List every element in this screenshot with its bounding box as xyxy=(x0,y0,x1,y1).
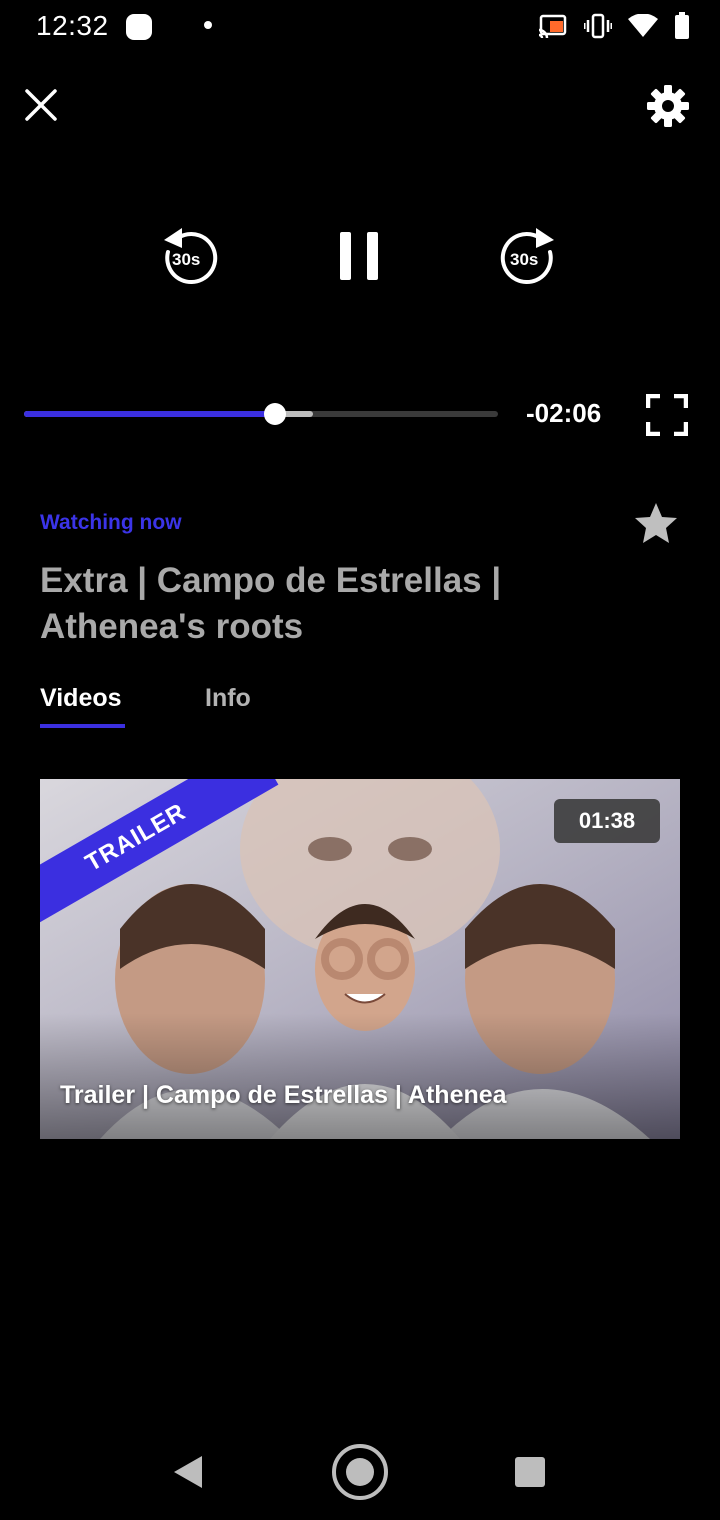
status-time: 12:32 xyxy=(36,10,109,41)
rewind-30-button[interactable]: 30s xyxy=(160,224,222,292)
star-icon[interactable] xyxy=(632,500,680,548)
seek-handle[interactable] xyxy=(264,403,287,425)
close-icon[interactable] xyxy=(22,86,60,124)
pause-button[interactable] xyxy=(336,228,382,284)
duration-badge: 01:38 xyxy=(554,799,660,843)
video-card[interactable]: TRAILER 01:38 Trailer | Campo de Estrell… xyxy=(40,779,680,1139)
notification-dot-icon xyxy=(204,21,212,29)
tab-videos[interactable]: Videos xyxy=(40,684,122,713)
cast-icon xyxy=(538,14,567,39)
forward-label: 30s xyxy=(510,250,539,269)
vibrate-icon xyxy=(584,13,612,39)
video-title: Extra | Campo de Estrellas | Athenea's r… xyxy=(40,561,502,646)
back-icon[interactable] xyxy=(172,1454,206,1490)
notification-app-icon xyxy=(126,14,152,40)
battery-icon xyxy=(675,12,689,39)
card-title: Trailer | Campo de Estrellas | Athenea xyxy=(60,1081,507,1109)
recents-icon[interactable] xyxy=(514,1456,546,1488)
wifi-icon xyxy=(628,14,658,37)
status-icons xyxy=(538,12,690,40)
forward-30-button[interactable]: 30s xyxy=(496,224,558,292)
watching-now-label: Watching now xyxy=(40,511,182,534)
played-bar xyxy=(24,411,276,417)
active-tab-indicator xyxy=(40,724,125,728)
home-icon[interactable] xyxy=(330,1442,390,1502)
remaining-time: -02:06 xyxy=(526,398,602,428)
rewind-label: 30s xyxy=(172,250,201,269)
tab-info[interactable]: Info xyxy=(205,684,251,713)
fullscreen-icon[interactable] xyxy=(646,394,688,436)
gear-icon[interactable] xyxy=(646,84,690,128)
